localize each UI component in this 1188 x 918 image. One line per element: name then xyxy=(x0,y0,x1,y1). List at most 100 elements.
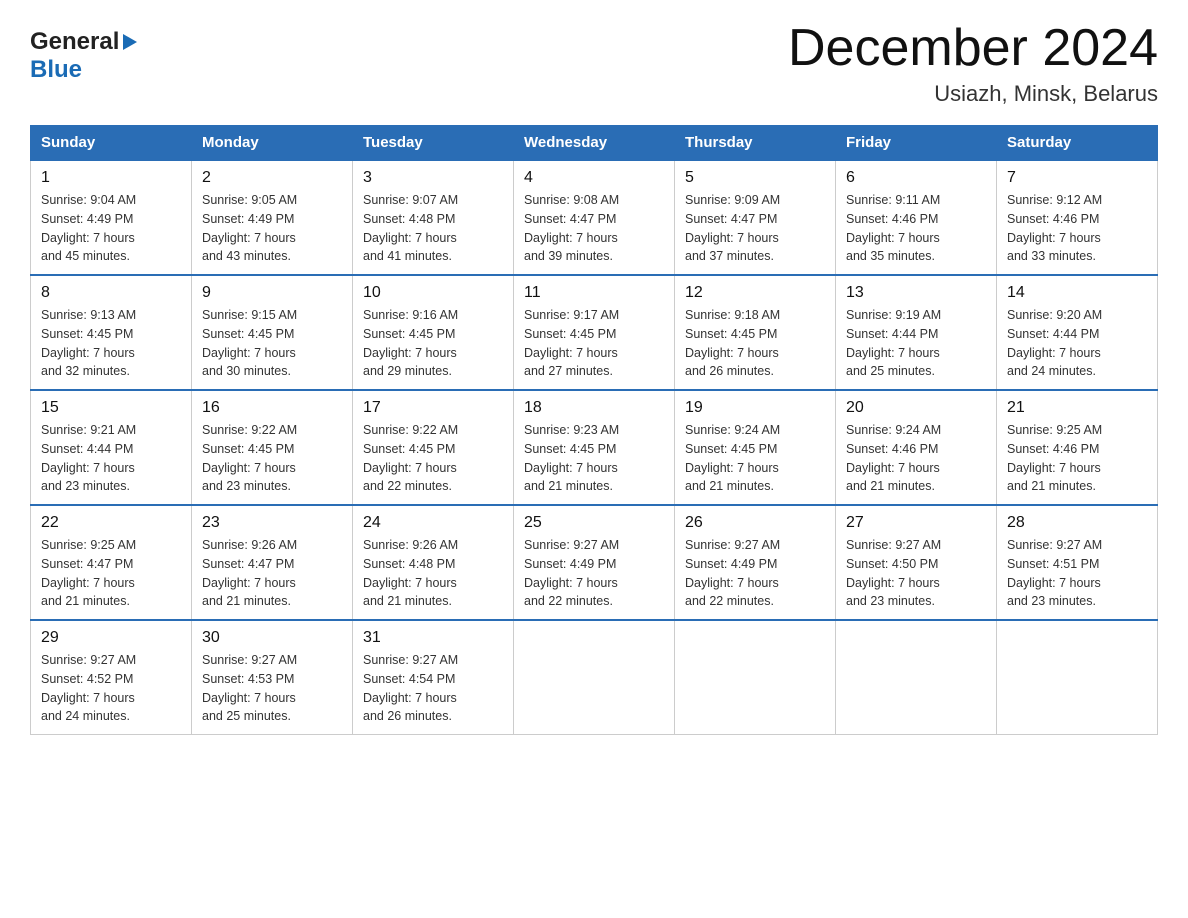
calendar-header: SundayMondayTuesdayWednesdayThursdayFrid… xyxy=(31,126,1158,161)
calendar-week-3: 15 Sunrise: 9:21 AMSunset: 4:44 PMDayligh… xyxy=(31,390,1158,505)
day-info: Sunrise: 9:18 AMSunset: 4:45 PMDaylight:… xyxy=(685,306,825,381)
day-info: Sunrise: 9:21 AMSunset: 4:44 PMDaylight:… xyxy=(41,421,181,496)
day-info: Sunrise: 9:12 AMSunset: 4:46 PMDaylight:… xyxy=(1007,191,1147,266)
day-number: 20 xyxy=(846,399,986,417)
calendar-cell: 24 Sunrise: 9:26 AMSunset: 4:48 PMDayligh… xyxy=(353,505,514,620)
day-info: Sunrise: 9:27 AMSunset: 4:52 PMDaylight:… xyxy=(41,651,181,726)
day-number: 30 xyxy=(202,629,342,647)
day-info: Sunrise: 9:22 AMSunset: 4:45 PMDaylight:… xyxy=(202,421,342,496)
calendar-cell: 31 Sunrise: 9:27 AMSunset: 4:54 PMDayligh… xyxy=(353,620,514,735)
day-number: 14 xyxy=(1007,284,1147,302)
day-number: 18 xyxy=(524,399,664,417)
logo-arrow-icon xyxy=(123,34,137,50)
day-number: 2 xyxy=(202,169,342,187)
calendar-week-2: 8Sunrise: 9:13 AMSunset: 4:45 PMDaylight… xyxy=(31,275,1158,390)
column-header-thursday: Thursday xyxy=(675,126,836,161)
calendar-cell: 18 Sunrise: 9:23 AMSunset: 4:45 PMDayligh… xyxy=(514,390,675,505)
calendar-cell: 1 Sunrise: 9:04 AMSunset: 4:49 PMDaylight… xyxy=(31,160,192,275)
day-number: 27 xyxy=(846,514,986,532)
calendar-cell: 26 Sunrise: 9:27 AMSunset: 4:49 PMDayligh… xyxy=(675,505,836,620)
calendar-cell: 7 Sunrise: 9:12 AMSunset: 4:46 PMDaylight… xyxy=(997,160,1158,275)
day-number: 3 xyxy=(363,169,503,187)
logo-blue-text: Blue xyxy=(30,56,82,83)
calendar-cell: 5 Sunrise: 9:09 AMSunset: 4:47 PMDaylight… xyxy=(675,160,836,275)
day-info: Sunrise: 9:23 AMSunset: 4:45 PMDaylight:… xyxy=(524,421,664,496)
day-number: 24 xyxy=(363,514,503,532)
day-number: 8 xyxy=(41,284,181,302)
calendar-cell: 3 Sunrise: 9:07 AMSunset: 4:48 PMDaylight… xyxy=(353,160,514,275)
day-number: 17 xyxy=(363,399,503,417)
title-block: December 2024 Usiazh, Minsk, Belarus xyxy=(788,20,1158,107)
day-info: Sunrise: 9:25 AMSunset: 4:47 PMDaylight:… xyxy=(41,536,181,611)
column-header-sunday: Sunday xyxy=(31,126,192,161)
day-number: 25 xyxy=(524,514,664,532)
day-info: Sunrise: 9:08 AMSunset: 4:47 PMDaylight:… xyxy=(524,191,664,266)
calendar-body: 1 Sunrise: 9:04 AMSunset: 4:49 PMDaylight… xyxy=(31,160,1158,735)
day-info: Sunrise: 9:04 AMSunset: 4:49 PMDaylight:… xyxy=(41,191,181,266)
day-number: 23 xyxy=(202,514,342,532)
day-number: 31 xyxy=(363,629,503,647)
calendar-cell: 12 Sunrise: 9:18 AMSunset: 4:45 PMDayligh… xyxy=(675,275,836,390)
calendar-cell: 8Sunrise: 9:13 AMSunset: 4:45 PMDaylight… xyxy=(31,275,192,390)
calendar-cell: 11Sunrise: 9:17 AMSunset: 4:45 PMDayligh… xyxy=(514,275,675,390)
day-info: Sunrise: 9:07 AMSunset: 4:48 PMDaylight:… xyxy=(363,191,503,266)
day-info: Sunrise: 9:27 AMSunset: 4:54 PMDaylight:… xyxy=(363,651,503,726)
calendar-cell: 4Sunrise: 9:08 AMSunset: 4:47 PMDaylight… xyxy=(514,160,675,275)
calendar-cell: 2Sunrise: 9:05 AMSunset: 4:49 PMDaylight… xyxy=(192,160,353,275)
day-info: Sunrise: 9:20 AMSunset: 4:44 PMDaylight:… xyxy=(1007,306,1147,381)
day-number: 19 xyxy=(685,399,825,417)
day-info: Sunrise: 9:26 AMSunset: 4:47 PMDaylight:… xyxy=(202,536,342,611)
day-info: Sunrise: 9:27 AMSunset: 4:50 PMDaylight:… xyxy=(846,536,986,611)
column-header-friday: Friday xyxy=(836,126,997,161)
day-number: 1 xyxy=(41,169,181,187)
day-number: 28 xyxy=(1007,514,1147,532)
calendar-cell: 21Sunrise: 9:25 AMSunset: 4:46 PMDayligh… xyxy=(997,390,1158,505)
day-info: Sunrise: 9:16 AMSunset: 4:45 PMDaylight:… xyxy=(363,306,503,381)
day-number: 9 xyxy=(202,284,342,302)
calendar-cell: 23 Sunrise: 9:26 AMSunset: 4:47 PMDayligh… xyxy=(192,505,353,620)
day-info: Sunrise: 9:26 AMSunset: 4:48 PMDaylight:… xyxy=(363,536,503,611)
calendar-cell: 25Sunrise: 9:27 AMSunset: 4:49 PMDayligh… xyxy=(514,505,675,620)
calendar-cell: 20 Sunrise: 9:24 AMSunset: 4:46 PMDayligh… xyxy=(836,390,997,505)
month-title: December 2024 xyxy=(788,20,1158,77)
column-header-monday: Monday xyxy=(192,126,353,161)
day-number: 26 xyxy=(685,514,825,532)
day-number: 29 xyxy=(41,629,181,647)
calendar-cell: 27 Sunrise: 9:27 AMSunset: 4:50 PMDayligh… xyxy=(836,505,997,620)
day-number: 5 xyxy=(685,169,825,187)
calendar-cell: 10 Sunrise: 9:16 AMSunset: 4:45 PMDayligh… xyxy=(353,275,514,390)
calendar-cell xyxy=(514,620,675,735)
location-title: Usiazh, Minsk, Belarus xyxy=(788,81,1158,107)
day-number: 22 xyxy=(41,514,181,532)
day-number: 12 xyxy=(685,284,825,302)
calendar-cell xyxy=(675,620,836,735)
day-info: Sunrise: 9:17 AMSunset: 4:45 PMDaylight:… xyxy=(524,306,664,381)
calendar-cell: 16 Sunrise: 9:22 AMSunset: 4:45 PMDayligh… xyxy=(192,390,353,505)
calendar-cell: 29 Sunrise: 9:27 AMSunset: 4:52 PMDayligh… xyxy=(31,620,192,735)
day-number: 10 xyxy=(363,284,503,302)
calendar-week-4: 22 Sunrise: 9:25 AMSunset: 4:47 PMDayligh… xyxy=(31,505,1158,620)
column-header-saturday: Saturday xyxy=(997,126,1158,161)
calendar-table: SundayMondayTuesdayWednesdayThursdayFrid… xyxy=(30,125,1158,735)
calendar-cell: 9Sunrise: 9:15 AMSunset: 4:45 PMDaylight… xyxy=(192,275,353,390)
day-info: Sunrise: 9:09 AMSunset: 4:47 PMDaylight:… xyxy=(685,191,825,266)
calendar-cell: 14 Sunrise: 9:20 AMSunset: 4:44 PMDayligh… xyxy=(997,275,1158,390)
day-info: Sunrise: 9:11 AMSunset: 4:46 PMDaylight:… xyxy=(846,191,986,266)
day-number: 6 xyxy=(846,169,986,187)
day-info: Sunrise: 9:19 AMSunset: 4:44 PMDaylight:… xyxy=(846,306,986,381)
page-header: General Blue December 2024 Usiazh, Minsk… xyxy=(30,20,1158,107)
day-info: Sunrise: 9:24 AMSunset: 4:46 PMDaylight:… xyxy=(846,421,986,496)
calendar-cell xyxy=(997,620,1158,735)
day-number: 7 xyxy=(1007,169,1147,187)
column-header-wednesday: Wednesday xyxy=(514,126,675,161)
column-header-tuesday: Tuesday xyxy=(353,126,514,161)
day-number: 15 xyxy=(41,399,181,417)
day-info: Sunrise: 9:27 AMSunset: 4:53 PMDaylight:… xyxy=(202,651,342,726)
calendar-cell: 17 Sunrise: 9:22 AMSunset: 4:45 PMDayligh… xyxy=(353,390,514,505)
calendar-cell: 15 Sunrise: 9:21 AMSunset: 4:44 PMDayligh… xyxy=(31,390,192,505)
day-info: Sunrise: 9:22 AMSunset: 4:45 PMDaylight:… xyxy=(363,421,503,496)
day-number: 16 xyxy=(202,399,342,417)
day-info: Sunrise: 9:27 AMSunset: 4:49 PMDaylight:… xyxy=(685,536,825,611)
calendar-cell: 13Sunrise: 9:19 AMSunset: 4:44 PMDayligh… xyxy=(836,275,997,390)
logo: General Blue xyxy=(30,28,137,84)
